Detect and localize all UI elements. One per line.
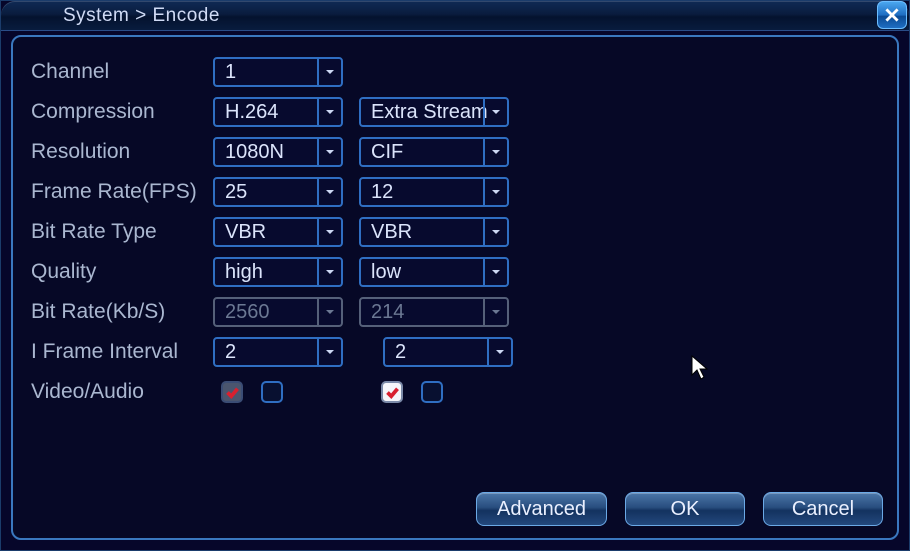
select-resolution-extra-value: CIF [371, 141, 497, 164]
chevron-down-icon [317, 59, 341, 85]
ok-button[interactable]: OK [625, 492, 745, 526]
close-button[interactable] [877, 1, 907, 29]
select-framerate-extra[interactable]: 12 [359, 177, 509, 207]
advanced-button[interactable]: Advanced [476, 492, 607, 526]
chevron-down-icon [317, 219, 341, 245]
select-resolution-main-value: 1080N [225, 141, 331, 164]
select-bitratetype-extra[interactable]: VBR [359, 217, 509, 247]
chevron-down-icon [317, 299, 341, 325]
row-iframe: I Frame Interval 2 2 [31, 335, 883, 369]
select-compression-main[interactable]: H.264 [213, 97, 343, 127]
select-resolution-main[interactable]: 1080N [213, 137, 343, 167]
settings-panel: Channel 1 Compression H.264 Extra Stream [11, 35, 899, 540]
select-iframe-extra-value: 2 [395, 341, 501, 364]
chevron-down-icon [483, 139, 507, 165]
close-icon [885, 8, 899, 22]
select-channel[interactable]: 1 [213, 57, 343, 87]
row-compression: Compression H.264 Extra Stream [31, 95, 883, 129]
dialog-footer: Advanced OK Cancel [476, 492, 883, 526]
label-iframe: I Frame Interval [31, 340, 213, 364]
chevron-down-icon [487, 339, 511, 365]
chevron-down-icon [483, 219, 507, 245]
label-videoaudio: Video/Audio [31, 380, 213, 404]
chevron-down-icon [483, 99, 507, 125]
select-channel-value: 1 [225, 61, 331, 84]
check-icon [385, 385, 400, 400]
row-resolution: Resolution 1080N CIF [31, 135, 883, 169]
window: System > Encode Channel 1 Compression H.… [0, 0, 910, 551]
label-resolution: Resolution [31, 140, 213, 164]
select-bitratetype-extra-value: VBR [371, 221, 497, 244]
select-quality-main[interactable]: high [213, 257, 343, 287]
row-bitratetype: Bit Rate Type VBR VBR [31, 215, 883, 249]
select-bitratetype-main[interactable]: VBR [213, 217, 343, 247]
label-framerate: Frame Rate(FPS) [31, 180, 213, 204]
select-framerate-main-value: 25 [225, 181, 331, 204]
chevron-down-icon [317, 179, 341, 205]
select-iframe-extra[interactable]: 2 [383, 337, 513, 367]
select-quality-extra-value: low [371, 261, 497, 284]
chevron-down-icon [483, 299, 507, 325]
titlebar: System > Encode [1, 1, 909, 31]
select-compression-extra-value: Extra Stream [371, 101, 497, 124]
select-bitrate-extra-value: 214 [371, 301, 497, 324]
select-resolution-extra[interactable]: CIF [359, 137, 509, 167]
select-bitratetype-main-value: VBR [225, 221, 331, 244]
check-icon [225, 385, 240, 400]
chevron-down-icon [483, 179, 507, 205]
select-framerate-main[interactable]: 25 [213, 177, 343, 207]
chevron-down-icon [317, 259, 341, 285]
select-bitrate-main-value: 2560 [225, 301, 331, 324]
select-framerate-extra-value: 12 [371, 181, 497, 204]
label-bitratetype: Bit Rate Type [31, 220, 213, 244]
checkbox-audio-main[interactable] [261, 381, 283, 403]
select-quality-main-value: high [225, 261, 331, 284]
row-quality: Quality high low [31, 255, 883, 289]
chevron-down-icon [483, 259, 507, 285]
row-channel: Channel 1 [31, 55, 883, 89]
label-quality: Quality [31, 260, 213, 284]
window-title: System > Encode [63, 5, 220, 27]
row-framerate: Frame Rate(FPS) 25 12 [31, 175, 883, 209]
select-quality-extra[interactable]: low [359, 257, 509, 287]
label-bitrate: Bit Rate(Kb/S) [31, 300, 213, 324]
row-bitrate: Bit Rate(Kb/S) 2560 214 [31, 295, 883, 329]
encode-form: Channel 1 Compression H.264 Extra Stream [31, 55, 883, 409]
cancel-button[interactable]: Cancel [763, 492, 883, 526]
label-channel: Channel [31, 60, 213, 84]
chevron-down-icon [317, 99, 341, 125]
select-iframe-main-value: 2 [225, 341, 331, 364]
select-compression-extra[interactable]: Extra Stream [359, 97, 509, 127]
chevron-down-icon [317, 139, 341, 165]
select-bitrate-extra: 214 [359, 297, 509, 327]
select-iframe-main[interactable]: 2 [213, 337, 343, 367]
chevron-down-icon [317, 339, 341, 365]
row-videoaudio: Video/Audio [31, 375, 883, 409]
checkbox-video-main[interactable] [221, 381, 243, 403]
checkbox-audio-extra[interactable] [421, 381, 443, 403]
checkbox-video-extra[interactable] [381, 381, 403, 403]
select-bitrate-main: 2560 [213, 297, 343, 327]
select-compression-main-value: H.264 [225, 101, 331, 124]
label-compression: Compression [31, 100, 213, 124]
